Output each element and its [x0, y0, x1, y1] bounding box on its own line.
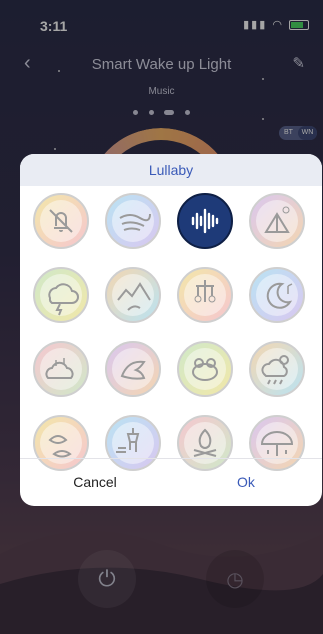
sound-option-river-valley[interactable] — [104, 266, 162, 324]
sound-option-bell-off[interactable] — [32, 192, 90, 250]
sound-option-thunderstorm[interactable] — [32, 266, 90, 324]
cloud-music-icon — [33, 341, 89, 397]
sound-grid — [32, 192, 312, 472]
bell-off-icon — [33, 193, 89, 249]
sound-option-sun-rain[interactable] — [248, 340, 306, 398]
sound-option-baby-mobile[interactable] — [176, 266, 234, 324]
sound-option-bird[interactable] — [104, 340, 162, 398]
bird-icon — [105, 341, 161, 397]
sound-option-frog[interactable] — [176, 340, 234, 398]
tent-night-icon — [249, 193, 305, 249]
sound-option-moon-music[interactable] — [248, 266, 306, 324]
baby-mobile-icon — [177, 267, 233, 323]
sound-option-soundwave[interactable] — [176, 192, 234, 250]
wind-icon — [105, 193, 161, 249]
river-valley-icon — [105, 267, 161, 323]
soundwave-icon — [177, 193, 233, 249]
sound-picker-dialog: Lullaby Cancel Ok — [20, 154, 322, 506]
ok-button[interactable]: Ok — [170, 459, 322, 505]
thunderstorm-icon — [33, 267, 89, 323]
sound-option-wind[interactable] — [104, 192, 162, 250]
moon-music-icon — [249, 267, 305, 323]
sound-option-tent-night[interactable] — [248, 192, 306, 250]
dialog-title: Lullaby — [20, 154, 322, 186]
sun-rain-icon — [249, 341, 305, 397]
frog-icon — [177, 341, 233, 397]
sound-option-cloud-music[interactable] — [32, 340, 90, 398]
cancel-button[interactable]: Cancel — [20, 459, 170, 505]
